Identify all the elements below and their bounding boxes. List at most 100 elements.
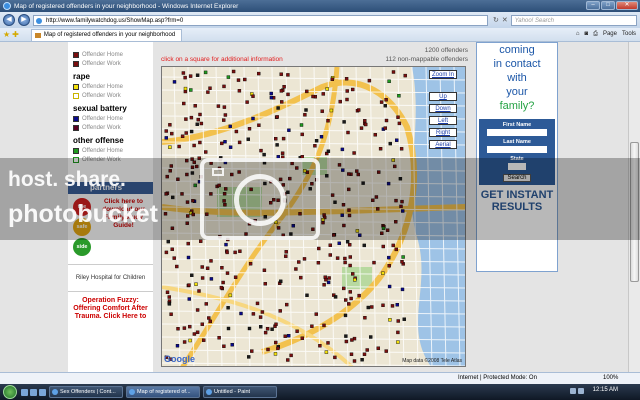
offender-marker[interactable] xyxy=(296,260,301,264)
offender-marker[interactable] xyxy=(183,86,188,91)
offender-marker[interactable] xyxy=(313,144,317,148)
offender-marker[interactable] xyxy=(360,358,364,362)
add-favorite-icon[interactable]: ✚ xyxy=(12,30,19,39)
offender-marker[interactable] xyxy=(319,134,324,139)
offender-marker[interactable] xyxy=(322,323,326,328)
riley-hospital-logo[interactable]: Riley Hospital for Children xyxy=(68,264,153,291)
offender-marker[interactable] xyxy=(321,92,326,96)
offender-marker[interactable] xyxy=(238,249,242,253)
url-field[interactable]: http://www.familywatchdog.us/ShowMap.asp… xyxy=(33,14,488,26)
offender-marker[interactable] xyxy=(243,77,247,82)
feeds-icon[interactable]: ◙ xyxy=(585,29,589,40)
offender-marker[interactable] xyxy=(180,134,185,139)
offender-marker[interactable] xyxy=(278,279,283,284)
offender-marker[interactable] xyxy=(233,250,237,255)
offender-marker[interactable] xyxy=(394,247,399,252)
offender-marker[interactable] xyxy=(346,130,350,135)
offender-marker[interactable] xyxy=(177,144,181,149)
aerial-button[interactable]: Aerial xyxy=(429,140,457,149)
offender-marker[interactable] xyxy=(274,322,278,327)
offender-marker[interactable] xyxy=(256,71,261,76)
offender-marker[interactable] xyxy=(175,344,180,348)
offender-marker[interactable] xyxy=(384,118,389,123)
offender-marker[interactable] xyxy=(280,151,285,155)
zoom-in-button[interactable]: Zoom In xyxy=(429,70,457,79)
offender-marker[interactable] xyxy=(230,343,234,347)
offender-marker[interactable] xyxy=(372,260,376,265)
offender-marker[interactable] xyxy=(333,295,338,299)
offender-marker[interactable] xyxy=(345,89,349,93)
offender-marker[interactable] xyxy=(388,141,393,146)
offender-marker[interactable] xyxy=(266,347,270,352)
offender-marker[interactable] xyxy=(226,326,231,331)
offender-marker[interactable] xyxy=(294,267,298,271)
tools-menu[interactable]: Tools xyxy=(622,29,636,40)
offender-marker[interactable] xyxy=(381,244,386,249)
offender-marker[interactable] xyxy=(368,335,373,339)
offender-marker[interactable] xyxy=(316,260,321,265)
offender-marker[interactable] xyxy=(342,120,346,124)
first-name-field[interactable] xyxy=(487,129,547,136)
offender-marker[interactable] xyxy=(379,100,384,104)
offender-marker[interactable] xyxy=(200,322,204,326)
offender-marker[interactable] xyxy=(402,317,407,321)
minimize-button[interactable]: – xyxy=(586,1,600,10)
offender-marker[interactable] xyxy=(195,330,200,334)
offender-marker[interactable] xyxy=(228,293,233,298)
offender-marker[interactable] xyxy=(333,355,337,360)
offender-marker[interactable] xyxy=(279,100,284,104)
offender-marker[interactable] xyxy=(263,330,268,335)
offender-marker[interactable] xyxy=(387,79,391,84)
offender-marker[interactable] xyxy=(381,271,385,275)
offender-marker[interactable] xyxy=(168,145,172,149)
offender-marker[interactable] xyxy=(188,338,192,343)
offender-marker[interactable] xyxy=(350,338,354,342)
offender-marker[interactable] xyxy=(394,138,399,142)
offender-marker[interactable] xyxy=(300,132,304,137)
offender-marker[interactable] xyxy=(383,104,388,108)
offender-marker[interactable] xyxy=(168,123,172,127)
offender-marker[interactable] xyxy=(330,77,335,82)
offender-marker[interactable] xyxy=(328,243,333,247)
offender-marker[interactable] xyxy=(263,282,268,286)
offender-marker[interactable] xyxy=(343,256,347,261)
offender-marker[interactable] xyxy=(400,287,405,292)
volume-icon[interactable] xyxy=(578,388,584,394)
offender-marker[interactable] xyxy=(247,127,252,131)
offender-marker[interactable] xyxy=(216,104,221,108)
offender-marker[interactable] xyxy=(226,305,230,310)
offender-marker[interactable] xyxy=(250,349,254,353)
offender-marker[interactable] xyxy=(282,85,286,89)
offender-marker[interactable] xyxy=(322,283,326,287)
offender-marker[interactable] xyxy=(318,344,322,348)
offender-marker[interactable] xyxy=(305,293,309,298)
offender-marker[interactable] xyxy=(246,355,251,359)
offender-marker[interactable] xyxy=(396,330,400,335)
offender-marker[interactable] xyxy=(199,239,203,243)
offender-marker[interactable] xyxy=(181,71,186,75)
favorites-star-icon[interactable]: ★ xyxy=(3,30,10,39)
offender-marker[interactable] xyxy=(337,241,341,246)
offender-marker[interactable] xyxy=(251,312,256,316)
offender-marker[interactable] xyxy=(284,254,288,258)
offender-marker[interactable] xyxy=(274,340,278,345)
show-desktop-icon[interactable] xyxy=(21,388,28,396)
start-button[interactable] xyxy=(3,385,17,399)
zoom-level[interactable]: 100% xyxy=(603,373,618,384)
maximize-button[interactable]: □ xyxy=(601,1,615,10)
offender-marker[interactable] xyxy=(362,243,367,248)
offender-marker[interactable] xyxy=(370,305,374,309)
offender-marker[interactable] xyxy=(258,315,263,319)
offender-marker[interactable] xyxy=(387,263,391,268)
tab-map[interactable]: Map of registered offenders in your neig… xyxy=(30,28,183,41)
offender-marker[interactable] xyxy=(324,350,329,354)
offender-marker[interactable] xyxy=(195,308,200,312)
offender-marker[interactable] xyxy=(287,128,291,132)
offender-marker[interactable] xyxy=(188,324,192,329)
offender-marker[interactable] xyxy=(195,122,199,126)
offender-marker[interactable] xyxy=(233,275,238,279)
offender-marker[interactable] xyxy=(329,108,334,113)
offender-marker[interactable] xyxy=(231,69,236,74)
offender-marker[interactable] xyxy=(366,305,371,310)
offender-marker[interactable] xyxy=(345,97,349,102)
